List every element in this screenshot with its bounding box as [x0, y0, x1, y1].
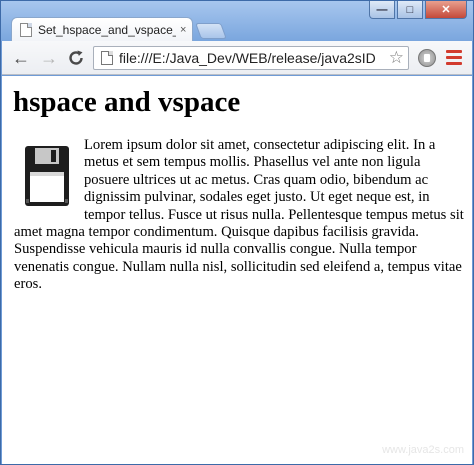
new-tab-button[interactable]	[195, 23, 227, 39]
back-arrow-icon[interactable]: ←	[10, 47, 32, 69]
window-controls: — □ ✕	[369, 1, 467, 19]
menu-bar-line	[446, 62, 462, 65]
menu-bar-line	[446, 56, 462, 59]
forward-arrow-icon[interactable]: →	[38, 47, 60, 69]
extension-icon[interactable]	[418, 49, 436, 67]
page-content: Lorem ipsum dolor sit amet, consectetur …	[14, 137, 464, 294]
minimize-button[interactable]: —	[369, 1, 395, 19]
bookmark-star-icon[interactable]: ☆	[389, 48, 404, 68]
title-bar: Set_hspace_and_vspace_A... × — □ ✕	[1, 1, 473, 41]
menu-icon[interactable]	[446, 50, 462, 65]
watermark: www.java2s.com	[382, 444, 464, 456]
browser-window: Set_hspace_and_vspace_A... × — □ ✕ ← → f…	[0, 0, 474, 465]
floppy-disk-icon	[25, 146, 69, 206]
page-icon	[101, 51, 113, 65]
url-text[interactable]: file:///E:/Java_Dev/WEB/release/java2sID	[119, 50, 389, 66]
page-favicon-icon	[20, 22, 32, 37]
page-title: hspace and vspace	[13, 86, 241, 118]
maximize-button[interactable]: □	[397, 1, 423, 19]
reload-arrow-svg	[69, 50, 83, 65]
browser-tab[interactable]: Set_hspace_and_vspace_A... ×	[11, 17, 193, 41]
lorem-paragraph: Lorem ipsum dolor sit amet, consectetur …	[14, 137, 464, 293]
page-viewport: hspace and vspace Lorem ipsum dolor sit …	[2, 76, 472, 464]
menu-bar-line	[446, 50, 462, 53]
tab-close-icon[interactable]: ×	[180, 24, 186, 36]
browser-toolbar: ← → file:///E:/Java_Dev/WEB/release/java…	[2, 41, 472, 75]
address-bar[interactable]: file:///E:/Java_Dev/WEB/release/java2sID…	[93, 46, 409, 70]
close-window-button[interactable]: ✕	[425, 1, 467, 19]
reload-icon[interactable]	[65, 47, 87, 69]
tab-title: Set_hspace_and_vspace_A...	[38, 22, 176, 37]
